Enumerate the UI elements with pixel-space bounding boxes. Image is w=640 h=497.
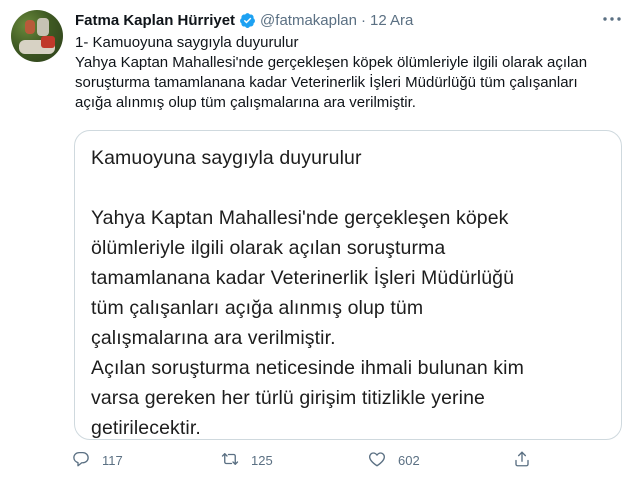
tweet-date[interactable]: 12 Ara <box>370 12 413 29</box>
author-handle[interactable]: @fatmakaplan <box>260 12 357 29</box>
image-text-line: tüm çalışanları açığa alınmış olup tüm <box>91 297 424 319</box>
reply-count: 117 <box>102 453 123 468</box>
reply-icon <box>72 450 90 471</box>
tweet-actions: 117 125 602 <box>72 450 552 474</box>
reply-button[interactable]: 117 <box>72 450 123 471</box>
tweet-text-line: soruşturma tamamlanana kadar Veterinerli… <box>75 74 578 91</box>
tweet-text-line: Yahya Kaptan Mahallesi'nde gerçekleşen k… <box>75 54 588 71</box>
image-text-line: çalışmalarına ara verilmiştir. <box>91 327 336 349</box>
image-text-line: Yahya Kaptan Mahallesi'nde gerçekleşen k… <box>91 207 509 229</box>
image-text-line: tamamlanana kadar Veterinerlik İşleri Mü… <box>91 267 515 289</box>
avatar[interactable] <box>11 10 63 62</box>
separator: · <box>361 11 366 29</box>
retweet-icon <box>221 450 239 471</box>
heart-icon <box>368 450 386 471</box>
retweet-button[interactable]: 125 <box>221 450 273 471</box>
share-button[interactable] <box>513 450 531 471</box>
tweet[interactable]: Fatma Kaplan Hürriyet @fatmakaplan · 12 … <box>0 0 640 497</box>
share-icon <box>513 450 531 471</box>
retweet-count: 125 <box>251 453 273 468</box>
image-title: Kamuoyuna saygıyla duyurulur <box>91 147 362 169</box>
author-name[interactable]: Fatma Kaplan Hürriyet <box>75 12 235 29</box>
tweet-text: 1- Kamuoyuna saygıyla duyurulur Yahya Ka… <box>75 33 635 113</box>
like-count: 602 <box>398 453 420 468</box>
like-button[interactable]: 602 <box>368 450 420 471</box>
image-text-line: varsa gereken her türlü girişim titizlik… <box>91 387 485 409</box>
tweet-text-line: açığa alınmış olup tüm çalışmalarına ara… <box>75 94 416 111</box>
image-text-line: Açılan soruşturma neticesinde ihmali bul… <box>91 357 524 379</box>
tweet-header: Fatma Kaplan Hürriyet @fatmakaplan · 12 … <box>75 10 413 30</box>
image-text-line: ölümleriyle ilgili olarak açılan soruştu… <box>91 237 446 259</box>
image-text-line: getirilecektir. <box>91 417 201 439</box>
verified-badge-icon <box>239 12 256 29</box>
attached-image[interactable]: Kamuoyuna saygıyla duyurulur Yahya Kapta… <box>74 130 622 440</box>
more-icon[interactable] <box>602 11 622 25</box>
tweet-text-line: 1- Kamuoyuna saygıyla duyurulur <box>75 34 299 51</box>
